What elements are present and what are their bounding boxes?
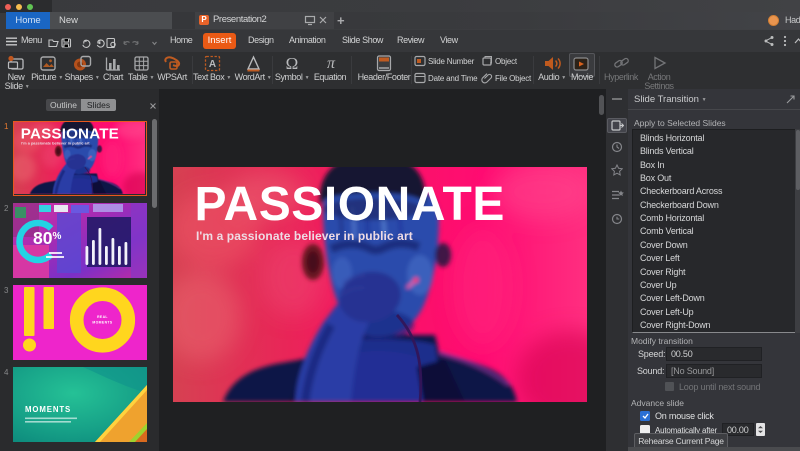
svg-text:MOMENTS: MOMENTS xyxy=(25,405,71,414)
svg-text:REAL: REAL xyxy=(97,315,108,319)
svg-text:A: A xyxy=(209,59,216,70)
svg-text:π: π xyxy=(327,55,336,72)
svg-text:MOMENTS: MOMENTS xyxy=(92,321,112,325)
svg-text:Ω: Ω xyxy=(286,54,299,72)
